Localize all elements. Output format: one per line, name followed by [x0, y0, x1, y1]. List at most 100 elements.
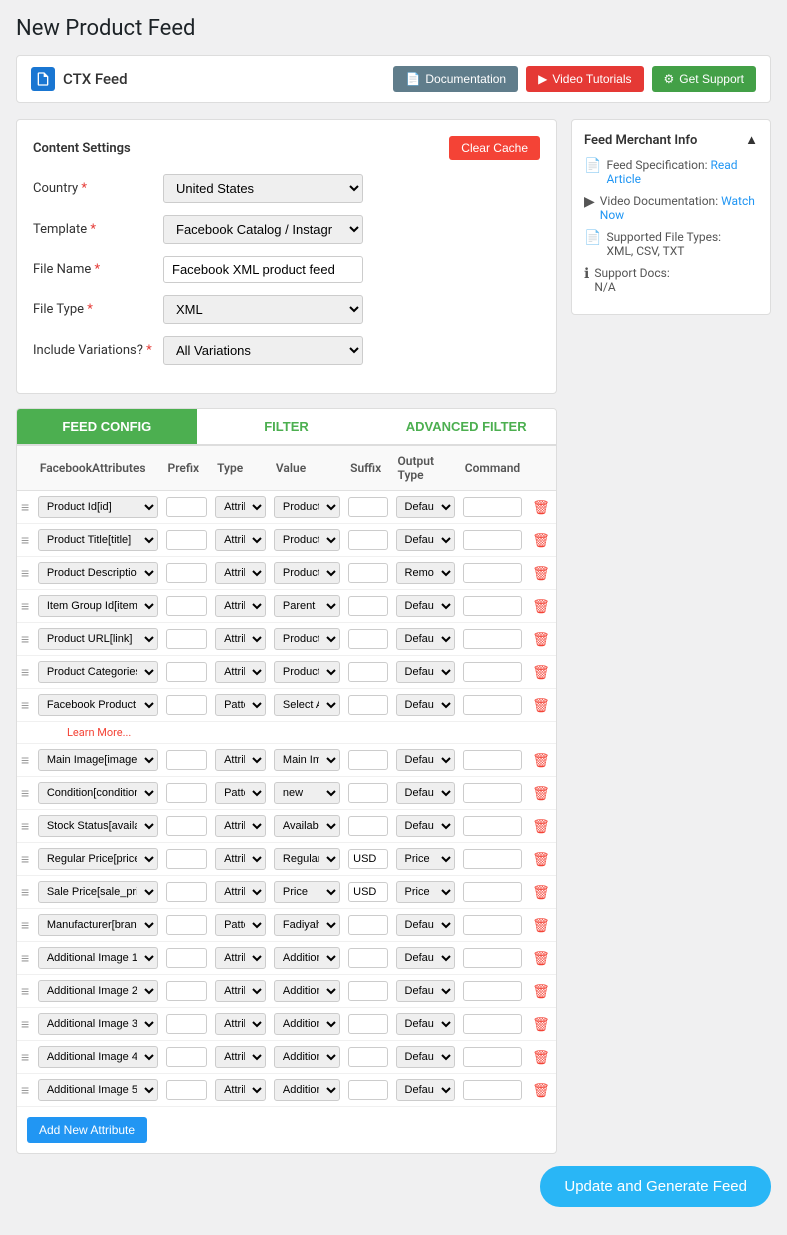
- value-select[interactable]: Fadiyahsameh: [274, 914, 340, 936]
- drag-handle-icon[interactable]: ≡: [21, 1050, 29, 1066]
- type-select[interactable]: Attribute Pattern (St:: [215, 1013, 266, 1035]
- type-select[interactable]: Attribute Pattern (St:: [215, 881, 266, 903]
- value-select[interactable]: Additional Image 2: [274, 980, 340, 1002]
- fb-attribute-select[interactable]: Item Group Id[item_grc: [38, 595, 158, 617]
- output-type-select[interactable]: Default: [396, 914, 455, 936]
- collapse-icon[interactable]: ▲: [745, 132, 758, 148]
- value-select[interactable]: Additional Image 1: [274, 947, 340, 969]
- delete-row-button[interactable]: 🗑: [530, 662, 552, 683]
- output-type-select[interactable]: Default: [396, 782, 455, 804]
- watch-now-link[interactable]: Watch Now: [600, 194, 755, 222]
- get-support-button[interactable]: ⚙ Get Support: [652, 66, 756, 92]
- output-type-select[interactable]: Default: [396, 628, 455, 650]
- output-type-select[interactable]: Default: [396, 529, 455, 551]
- variations-select[interactable]: All Variations: [163, 336, 363, 365]
- command-input[interactable]: [463, 1047, 522, 1067]
- output-type-select[interactable]: Default: [396, 1046, 455, 1068]
- drag-handle-icon[interactable]: ≡: [21, 665, 29, 681]
- output-type-select[interactable]: Default: [396, 1013, 455, 1035]
- value-select[interactable]: new: [274, 782, 340, 804]
- fb-attribute-select[interactable]: Product Title[title]: [38, 529, 158, 551]
- command-input[interactable]: [463, 530, 522, 550]
- drag-handle-icon[interactable]: ≡: [21, 566, 29, 582]
- fb-attribute-select[interactable]: Additional Image 5 [ad: [38, 1079, 158, 1101]
- command-input[interactable]: [463, 497, 522, 517]
- fb-attribute-select[interactable]: Main Image[image_link: [38, 749, 158, 771]
- command-input[interactable]: [463, 629, 522, 649]
- prefix-input[interactable]: [166, 497, 208, 517]
- prefix-input[interactable]: [166, 629, 208, 649]
- update-generate-feed-button[interactable]: Update and Generate Feed: [540, 1166, 771, 1207]
- drag-handle-icon[interactable]: ≡: [21, 1083, 29, 1099]
- fb-attribute-select[interactable]: Sale Price[sale_price]: [38, 881, 158, 903]
- prefix-input[interactable]: [166, 596, 208, 616]
- value-select[interactable]: Product Description: [274, 562, 340, 584]
- drag-handle-icon[interactable]: ≡: [21, 753, 29, 769]
- delete-row-button[interactable]: 🗑: [530, 1047, 552, 1068]
- type-select[interactable]: Attribute Pattern (St:: [215, 914, 266, 936]
- output-type-select[interactable]: Default: [396, 694, 455, 716]
- value-select[interactable]: Product Title: [274, 529, 340, 551]
- drag-handle-icon[interactable]: ≡: [21, 918, 29, 934]
- value-select[interactable]: Product Category [Ca: [274, 661, 340, 683]
- value-select[interactable]: Main Image: [274, 749, 340, 771]
- output-type-select[interactable]: Default: [396, 661, 455, 683]
- drag-handle-icon[interactable]: ≡: [21, 852, 29, 868]
- type-select[interactable]: Attribute Pattern (St:: [215, 562, 266, 584]
- prefix-input[interactable]: [166, 816, 208, 836]
- fb-attribute-select[interactable]: Product URL[link]: [38, 628, 158, 650]
- suffix-input[interactable]: [348, 1014, 387, 1034]
- command-input[interactable]: [463, 1014, 522, 1034]
- delete-row-button[interactable]: 🗑: [530, 783, 552, 804]
- value-select[interactable]: Price: [274, 881, 340, 903]
- fb-attribute-select[interactable]: Condition[condition]: [38, 782, 158, 804]
- fb-attribute-select[interactable]: Regular Price[price]: [38, 848, 158, 870]
- value-select[interactable]: Product Id: [274, 496, 340, 518]
- suffix-input[interactable]: [348, 497, 387, 517]
- value-select[interactable]: Parent Id [Group Id]: [274, 595, 340, 617]
- delete-row-button[interactable]: 🗑: [530, 629, 552, 650]
- type-select[interactable]: Attribute Pattern (St:: [215, 1079, 266, 1101]
- delete-row-button[interactable]: 🗑: [530, 1080, 552, 1101]
- delete-row-button[interactable]: 🗑: [530, 563, 552, 584]
- fb-attribute-select[interactable]: Stock Status[availabilit: [38, 815, 158, 837]
- type-select[interactable]: Attribute Pattern (St:: [215, 947, 266, 969]
- prefix-input[interactable]: [166, 695, 208, 715]
- suffix-input[interactable]: [348, 849, 387, 869]
- suffix-input[interactable]: [348, 783, 387, 803]
- drag-handle-icon[interactable]: ≡: [21, 599, 29, 615]
- delete-row-button[interactable]: 🗑: [530, 915, 552, 936]
- prefix-input[interactable]: [166, 1047, 208, 1067]
- command-input[interactable]: [463, 1080, 522, 1100]
- suffix-input[interactable]: [348, 1080, 387, 1100]
- prefix-input[interactable]: [166, 1014, 208, 1034]
- fb-attribute-select[interactable]: Additional Image 2 [ad: [38, 980, 158, 1002]
- prefix-input[interactable]: [166, 849, 208, 869]
- delete-row-button[interactable]: 🗑: [530, 816, 552, 837]
- learn-more-link[interactable]: Learn More...: [67, 726, 131, 739]
- suffix-input[interactable]: [348, 530, 387, 550]
- command-input[interactable]: [463, 596, 522, 616]
- drag-handle-icon[interactable]: ≡: [21, 951, 29, 967]
- drag-handle-icon[interactable]: ≡: [21, 698, 29, 714]
- read-article-link[interactable]: Read Article: [606, 158, 737, 186]
- delete-row-button[interactable]: 🗑: [530, 530, 552, 551]
- delete-row-button[interactable]: 🗑: [530, 882, 552, 903]
- type-select[interactable]: Attribute Pattern (St:: [215, 529, 266, 551]
- drag-handle-icon[interactable]: ≡: [21, 500, 29, 516]
- suffix-input[interactable]: [348, 816, 387, 836]
- prefix-input[interactable]: [166, 662, 208, 682]
- drag-handle-icon[interactable]: ≡: [21, 1017, 29, 1033]
- video-tutorials-button[interactable]: ▶ Video Tutorials: [526, 66, 643, 92]
- command-input[interactable]: [463, 816, 522, 836]
- value-select[interactable]: Additional Image 4: [274, 1046, 340, 1068]
- prefix-input[interactable]: [166, 915, 208, 935]
- suffix-input[interactable]: [348, 629, 387, 649]
- output-type-select[interactable]: Default: [396, 815, 455, 837]
- output-type-select[interactable]: Default: [396, 496, 455, 518]
- suffix-input[interactable]: [348, 563, 387, 583]
- template-select[interactable]: Facebook Catalog / Instagr: [163, 215, 363, 244]
- command-input[interactable]: [463, 563, 522, 583]
- suffix-input[interactable]: [348, 882, 387, 902]
- fb-attribute-select[interactable]: Product Categories[pro: [38, 661, 158, 683]
